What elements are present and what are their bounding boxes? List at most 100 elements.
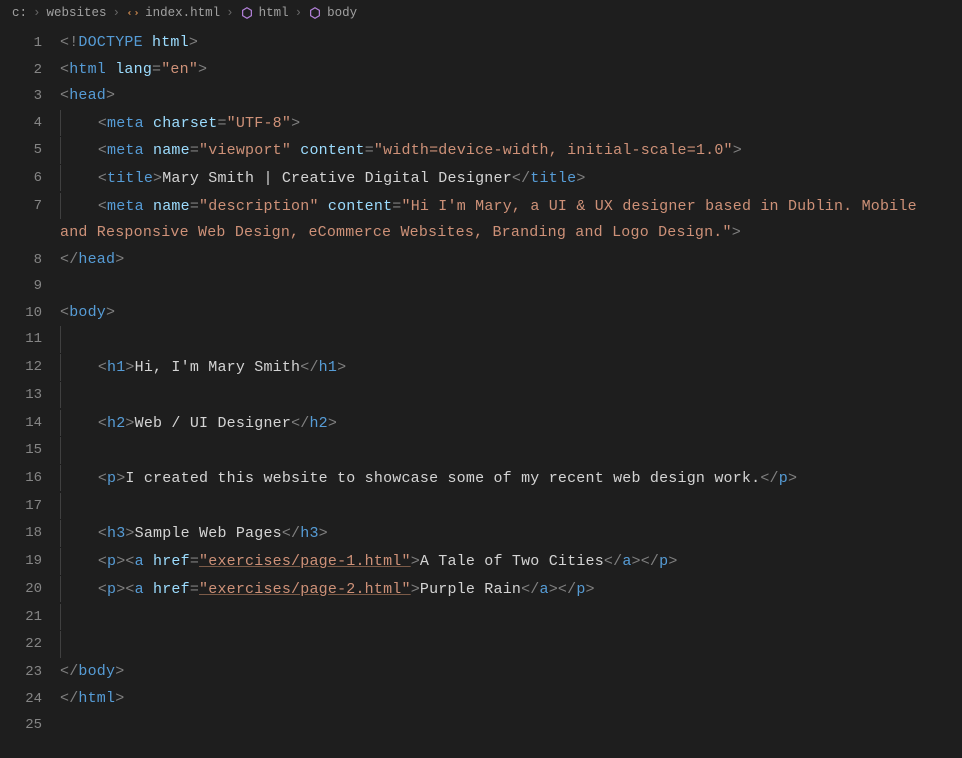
code-line[interactable]: 14 <h2>Web / UI Designer</h2> — [0, 410, 962, 438]
code-line[interactable]: 12 <h1>Hi, I'm Mary Smith</h1> — [0, 354, 962, 382]
attr: lang — [115, 61, 152, 78]
code-line[interactable]: 22 — [0, 631, 962, 659]
space — [143, 34, 152, 51]
indent — [61, 549, 98, 576]
punct: > — [586, 581, 595, 598]
line-number: 14 — [0, 410, 60, 437]
code-line[interactable]: 21 — [0, 604, 962, 632]
line-number: 7 — [0, 193, 60, 220]
tag: meta — [107, 142, 144, 159]
line-number: 16 — [0, 465, 60, 492]
space — [319, 198, 328, 215]
punct: </ — [291, 415, 309, 432]
indent — [61, 111, 98, 138]
breadcrumb-drive[interactable]: c: — [12, 6, 27, 20]
line-number: 5 — [0, 137, 60, 164]
punct: < — [98, 142, 107, 159]
line-number: 11 — [0, 326, 60, 353]
code-line[interactable]: 18 <h3>Sample Web Pages</h3> — [0, 520, 962, 548]
punct: < — [98, 526, 107, 543]
code-line[interactable]: 5 <meta name="viewport" content="width=d… — [0, 137, 962, 165]
string: "exercises/page-1.html" — [199, 553, 411, 570]
space — [106, 61, 115, 78]
breadcrumb-file[interactable]: index.html — [126, 6, 220, 20]
tag: head — [69, 87, 106, 104]
punct: </ — [521, 581, 539, 598]
code-line[interactable]: 1 <!DOCTYPE html> — [0, 30, 962, 57]
code-line[interactable]: 3 <head> — [0, 83, 962, 110]
text: A Tale of Two Cities — [420, 553, 604, 570]
code-line[interactable]: 20 <p><a href="exercises/page-2.html">Pu… — [0, 576, 962, 604]
punct: > — [337, 359, 346, 376]
code-line[interactable]: 7 <meta name="description" content="Hi I… — [0, 193, 962, 247]
code-line[interactable]: 13 — [0, 382, 962, 410]
line-number: 10 — [0, 300, 60, 327]
tag: h2 — [107, 415, 125, 432]
code-line[interactable]: 2 <html lang="en"> — [0, 57, 962, 84]
tag: h1 — [319, 359, 337, 376]
punct: > — [106, 87, 115, 104]
code-editor[interactable]: 1 <!DOCTYPE html> 2 <html lang="en"> 3 <… — [0, 26, 962, 739]
code-line[interactable]: 6 <title>Mary Smith | Creative Digital D… — [0, 165, 962, 193]
punct: < — [60, 61, 69, 78]
punct: </ — [604, 553, 622, 570]
punct: > — [549, 581, 558, 598]
tag: title — [107, 170, 153, 187]
string: "viewport" — [199, 142, 291, 159]
punct: = — [190, 198, 199, 215]
punct: > — [115, 690, 124, 707]
code-line[interactable]: 8 </head> — [0, 247, 962, 274]
tag: p — [576, 581, 585, 598]
line-number: 19 — [0, 548, 60, 575]
punct: = — [365, 142, 374, 159]
attr: name — [153, 198, 190, 215]
punct: = — [392, 198, 401, 215]
breadcrumb-folder[interactable]: websites — [47, 6, 107, 20]
chevron-right-icon: › — [226, 6, 234, 20]
punct: > — [328, 415, 337, 432]
text: Sample Web Pages — [135, 526, 282, 543]
punct: > — [291, 115, 300, 132]
code-line[interactable]: 16 <p>I created this website to showcase… — [0, 465, 962, 493]
attr: name — [153, 142, 190, 159]
code-line[interactable]: 23 </body> — [0, 659, 962, 686]
code-line[interactable]: 10 <body> — [0, 300, 962, 327]
punct: > — [411, 581, 420, 598]
code-line[interactable]: 25 — [0, 712, 962, 739]
line-number: 1 — [0, 30, 60, 57]
indent — [61, 577, 98, 604]
breadcrumb-file-label: index.html — [145, 6, 220, 20]
punct: < — [98, 359, 107, 376]
line-number: 2 — [0, 57, 60, 84]
breadcrumb-symbol-html[interactable]: html — [240, 6, 289, 20]
punct: = — [217, 115, 226, 132]
punct: = — [190, 553, 199, 570]
punct: </ — [512, 170, 530, 187]
code-line[interactable]: 11 — [0, 326, 962, 354]
breadcrumb-symbol-body[interactable]: body — [308, 6, 357, 20]
punct: < — [98, 581, 107, 598]
code-line[interactable]: 9 — [0, 273, 962, 300]
tag: h3 — [300, 526, 318, 543]
chevron-right-icon: › — [295, 6, 303, 20]
punct: </ — [60, 663, 78, 680]
punct: < — [60, 304, 69, 321]
punct: = — [190, 581, 199, 598]
tag: title — [530, 170, 576, 187]
tag: h2 — [309, 415, 327, 432]
text: Mary Smith | Creative Digital Designer — [162, 170, 512, 187]
attr: charset — [153, 115, 217, 132]
code-line[interactable]: 4 <meta charset="UTF-8"> — [0, 110, 962, 138]
space — [144, 553, 153, 570]
tag: a — [135, 553, 144, 570]
code-line[interactable]: 24 </html> — [0, 686, 962, 713]
punct: = — [152, 61, 161, 78]
indent — [61, 166, 98, 193]
code-line[interactable]: 17 — [0, 493, 962, 521]
code-line[interactable]: 15 — [0, 437, 962, 465]
symbol-icon — [308, 6, 322, 20]
punct: </ — [641, 553, 659, 570]
code-line[interactable]: 19 <p><a href="exercises/page-1.html">A … — [0, 548, 962, 576]
tag: p — [107, 470, 116, 487]
attr: href — [153, 581, 190, 598]
